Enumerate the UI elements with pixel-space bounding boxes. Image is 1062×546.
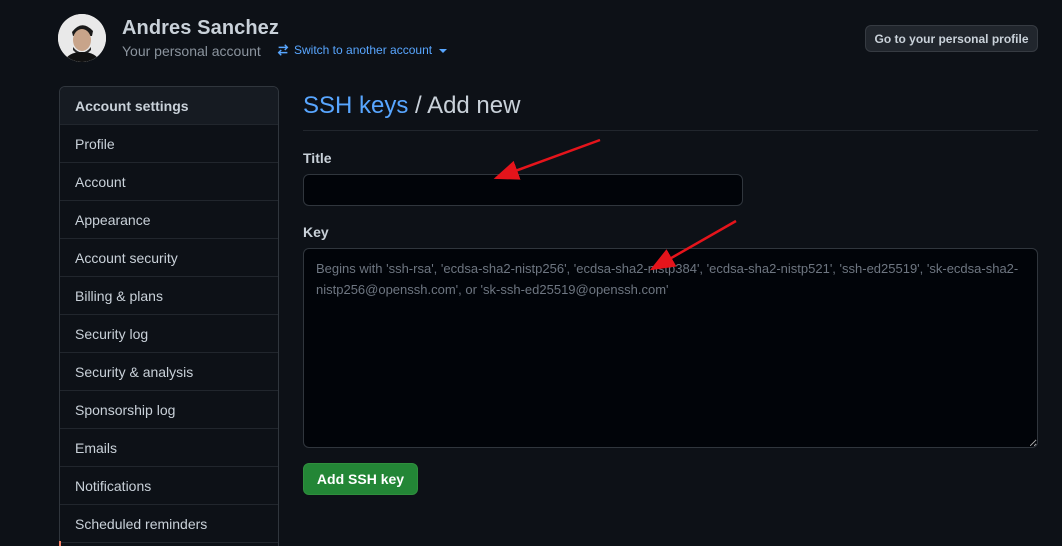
avatar-image [58, 14, 106, 62]
arrow-switch-icon [277, 44, 289, 56]
sidebar-item-account-security[interactable]: Account security [60, 239, 278, 277]
add-ssh-key-button[interactable]: Add SSH key [303, 463, 418, 495]
switch-account-link[interactable]: Switch to another account [276, 43, 448, 57]
sidebar-selection-marker [59, 541, 61, 546]
sidebar-item-scheduled-reminders[interactable]: Scheduled reminders [60, 505, 278, 543]
settings-sidebar: Account settings Profile Account Appeara… [59, 86, 279, 546]
breadcrumb-separator: / [408, 92, 428, 119]
sidebar-item-account[interactable]: Account [60, 163, 278, 201]
sidebar-item-security-analysis[interactable]: Security & analysis [60, 353, 278, 391]
title-input[interactable] [303, 174, 743, 206]
sidebar-item-appearance[interactable]: Appearance [60, 201, 278, 239]
title-divider [303, 130, 1038, 131]
avatar[interactable] [58, 14, 106, 62]
breadcrumb-current: Add new [427, 92, 521, 119]
page-title: SSH keys / Add new [303, 92, 520, 120]
sidebar-item-security-log[interactable]: Security log [60, 315, 278, 353]
key-label: Key [303, 224, 329, 240]
sidebar-item-profile[interactable]: Profile [60, 125, 278, 163]
sidebar-item-sponsorship-log[interactable]: Sponsorship log [60, 391, 278, 429]
key-textarea[interactable] [303, 248, 1038, 448]
sidebar-item-emails[interactable]: Emails [60, 429, 278, 467]
annotation-arrow-title [493, 138, 601, 180]
sidebar-title: Account settings [60, 87, 278, 125]
account-type-label: Your personal account [122, 43, 261, 59]
caret-down-icon [439, 49, 448, 53]
user-name: Andres Sanchez [122, 17, 280, 39]
settings-page: Andres Sanchez Your personal account Swi… [0, 0, 1062, 546]
sidebar-item-notifications[interactable]: Notifications [60, 467, 278, 505]
breadcrumb-ssh-keys-link[interactable]: SSH keys [303, 92, 408, 119]
sidebar-item-billing-plans[interactable]: Billing & plans [60, 277, 278, 315]
go-to-profile-button[interactable]: Go to your personal profile [865, 25, 1038, 52]
title-label: Title [303, 150, 332, 166]
switch-account-label: Switch to another account [294, 43, 433, 57]
